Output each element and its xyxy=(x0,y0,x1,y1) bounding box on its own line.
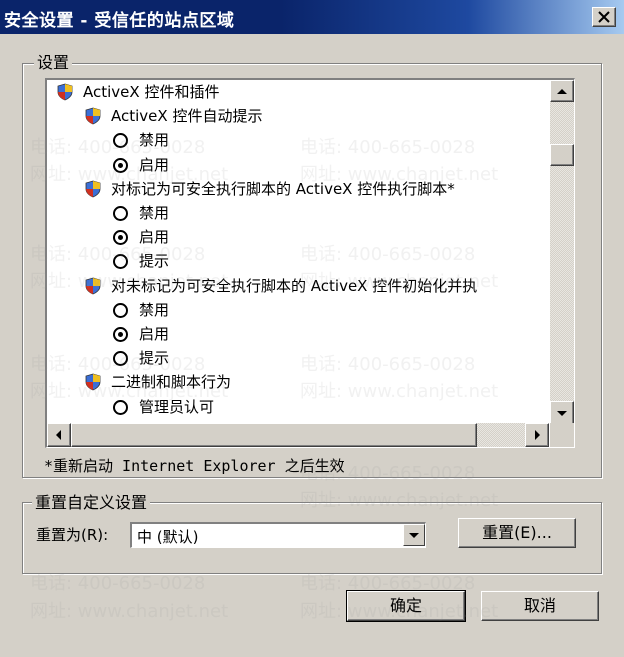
reset-button[interactable]: 重置(E)... xyxy=(458,518,576,548)
item-label: 禁用 xyxy=(139,204,170,222)
close-icon xyxy=(598,11,610,23)
arrow-up-icon xyxy=(557,89,567,94)
radio-option[interactable]: 提示 xyxy=(47,346,547,370)
settings-item[interactable]: ActiveX 控件自动提示 xyxy=(47,104,547,128)
item-label: 启用 xyxy=(139,155,170,174)
dropdown-button[interactable] xyxy=(403,524,425,546)
radio-option[interactable]: 启用 xyxy=(47,225,547,249)
radio-unchecked-icon[interactable] xyxy=(113,302,128,318)
security-shield-icon xyxy=(57,83,73,101)
security-level-select[interactable]: 中 (默认) xyxy=(130,522,426,548)
cancel-button-label: 取消 xyxy=(523,596,556,615)
item-label: 对未标记为可安全执行脚本的 ActiveX 控件初始化并执 xyxy=(111,276,478,295)
radio-unchecked-icon[interactable] xyxy=(113,399,128,415)
radio-option[interactable]: 禁用 xyxy=(47,128,547,152)
item-label: ActiveX 控件自动提示 xyxy=(111,107,263,126)
settings-list: ActiveX 控件和插件 ActiveX 控件自动提示 禁用 启用 对标记为可安全执行… xyxy=(47,80,549,425)
horizontal-scrollbar[interactable] xyxy=(47,423,549,447)
item-label: 禁用 xyxy=(139,300,170,319)
vertical-scroll-thumb[interactable] xyxy=(550,144,574,166)
scrollbar-corner xyxy=(550,423,574,447)
item-label: 禁用 xyxy=(139,131,170,150)
horizontal-scroll-thumb[interactable] xyxy=(71,423,477,447)
item-label: 二进制和脚本行为 xyxy=(111,373,232,392)
item-label: 对标记为可安全执行脚本的 ActiveX 控件执行脚本* xyxy=(111,179,455,198)
reset-to-label: 重置为(R): xyxy=(36,526,109,544)
radio-unchecked-icon[interactable] xyxy=(113,254,128,270)
radio-option[interactable]: 禁用 xyxy=(47,298,547,322)
security-shield-icon xyxy=(85,277,101,295)
settings-item[interactable]: 对标记为可安全执行脚本的 ActiveX 控件执行脚本* xyxy=(47,177,547,201)
title-bar[interactable]: 安全设置 - 受信任的站点区域 xyxy=(0,0,624,34)
security-settings-dialog: 安全设置 - 受信任的站点区域 设置 ActiveX 控件和插件 ActiveX … xyxy=(0,0,624,657)
close-button[interactable] xyxy=(592,7,616,27)
radio-checked-icon[interactable] xyxy=(113,230,128,246)
item-label: 管理员认可 xyxy=(139,397,215,416)
reset-button-label: 重置(E)... xyxy=(482,523,552,542)
item-label: 启用 xyxy=(139,228,170,247)
radio-unchecked-icon[interactable] xyxy=(113,133,128,149)
settings-tree[interactable]: ActiveX 控件和插件 ActiveX 控件自动提示 禁用 启用 对标记为可安全执行… xyxy=(45,78,575,448)
security-shield-icon xyxy=(85,107,101,125)
radio-unchecked-icon[interactable] xyxy=(113,206,128,221)
window-title: 安全设置 - 受信任的站点区域 xyxy=(4,11,235,31)
radio-option[interactable]: 启用 xyxy=(47,322,547,346)
restart-note: *重新启动 Internet Explorer 之后生效 xyxy=(44,457,345,475)
radio-option[interactable]: 启用 xyxy=(47,153,547,177)
radio-option[interactable]: 提示 xyxy=(47,249,547,273)
scroll-left-button[interactable] xyxy=(47,423,71,447)
scroll-right-button[interactable] xyxy=(525,423,549,447)
item-label: ActiveX 控件和插件 xyxy=(83,83,220,101)
security-level-value: 中 (默认) xyxy=(137,528,199,546)
ok-button[interactable]: 确定 xyxy=(346,590,466,622)
radio-checked-icon[interactable] xyxy=(113,157,128,173)
reset-group-title: 重置自定义设置 xyxy=(32,489,151,513)
ok-button-label: 确定 xyxy=(389,596,422,615)
chevron-down-icon xyxy=(409,533,419,538)
security-shield-icon xyxy=(85,373,101,391)
radio-option[interactable]: 禁用 xyxy=(47,201,547,225)
arrow-left-icon xyxy=(56,430,61,440)
watermark-site: 网址: www.chanjet.net xyxy=(30,601,229,622)
radio-checked-icon[interactable] xyxy=(113,327,128,342)
item-label: 提示 xyxy=(139,349,170,368)
settings-group-title: 设置 xyxy=(34,49,73,73)
item-label: 提示 xyxy=(139,252,170,271)
arrow-down-icon xyxy=(557,411,567,416)
radio-unchecked-icon[interactable] xyxy=(113,351,128,367)
vertical-scrollbar[interactable] xyxy=(550,80,574,425)
scroll-up-button[interactable] xyxy=(550,80,574,102)
settings-category[interactable]: ActiveX 控件和插件 xyxy=(47,80,547,104)
cancel-button[interactable]: 取消 xyxy=(481,591,599,621)
settings-item[interactable]: 对未标记为可安全执行脚本的 ActiveX 控件初始化并执 xyxy=(47,274,547,298)
scroll-down-button[interactable] xyxy=(550,401,574,425)
radio-option[interactable]: 管理员认可 xyxy=(47,395,547,419)
item-label: 启用 xyxy=(139,325,170,343)
settings-item[interactable]: 二进制和脚本行为 xyxy=(47,370,547,394)
security-shield-icon xyxy=(85,180,101,198)
arrow-right-icon xyxy=(535,430,540,440)
